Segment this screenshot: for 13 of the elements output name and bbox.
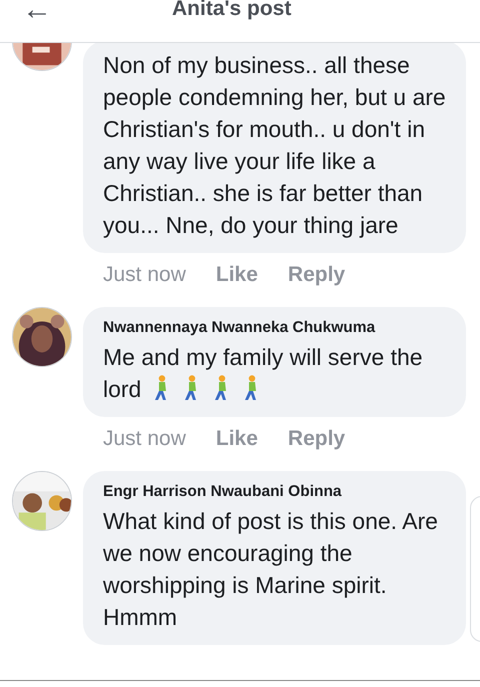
like-button[interactable]: Like [216,427,258,451]
reply-button[interactable]: Reply [288,263,346,287]
comment-text: What kind of post is this one. Are we now encouraging the worshipping is Marine spirit. Hmmm [103,507,439,632]
back-button[interactable]: ← [22,0,52,20]
author-name[interactable]: Engr Harrison Nwaubani Obinna [103,483,448,501]
timestamp: Just now [103,263,186,287]
reply-button[interactable]: Reply [288,427,346,451]
like-button[interactable]: Like [216,263,258,287]
comment-text: Non of my business.. all these people condemning her, but u are Christian's for mouth.. u don't in any way live your life like a Christian.. she is far better than you... Nne, do your thing jare [103,51,447,240]
author-name[interactable]: Nwannennaya Nwanneka Chukwuma [103,319,448,337]
timestamp: Just now [103,427,186,451]
page-title: Anita's post [172,0,292,21]
comment-text: Me and my family will serve the lord [103,343,424,404]
